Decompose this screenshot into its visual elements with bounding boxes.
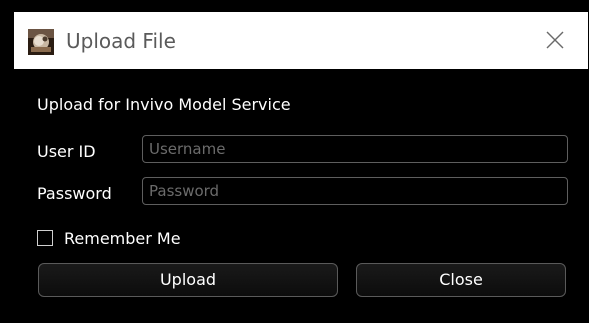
user-id-input[interactable] xyxy=(142,135,568,163)
remember-me-checkbox[interactable] xyxy=(37,230,53,246)
remember-me-label[interactable]: Remember Me xyxy=(64,229,181,248)
title-bar[interactable]: Upload File xyxy=(14,12,588,69)
close-button[interactable]: Close xyxy=(356,263,566,297)
window-title: Upload File xyxy=(66,29,176,53)
close-icon[interactable] xyxy=(544,29,566,51)
upload-button[interactable]: Upload xyxy=(38,263,338,297)
dialog-body: Upload for Invivo Model Service User ID … xyxy=(14,69,588,323)
remember-me-checkbox-row[interactable]: Remember Me xyxy=(37,227,181,249)
password-input[interactable] xyxy=(142,177,568,205)
password-label: Password xyxy=(37,184,112,203)
user-id-label: User ID xyxy=(37,142,96,161)
upload-file-dialog: Upload File Upload for Invivo Model Serv… xyxy=(0,0,589,323)
form-heading: Upload for Invivo Model Service xyxy=(37,95,291,114)
app-logo-icon xyxy=(28,29,54,55)
